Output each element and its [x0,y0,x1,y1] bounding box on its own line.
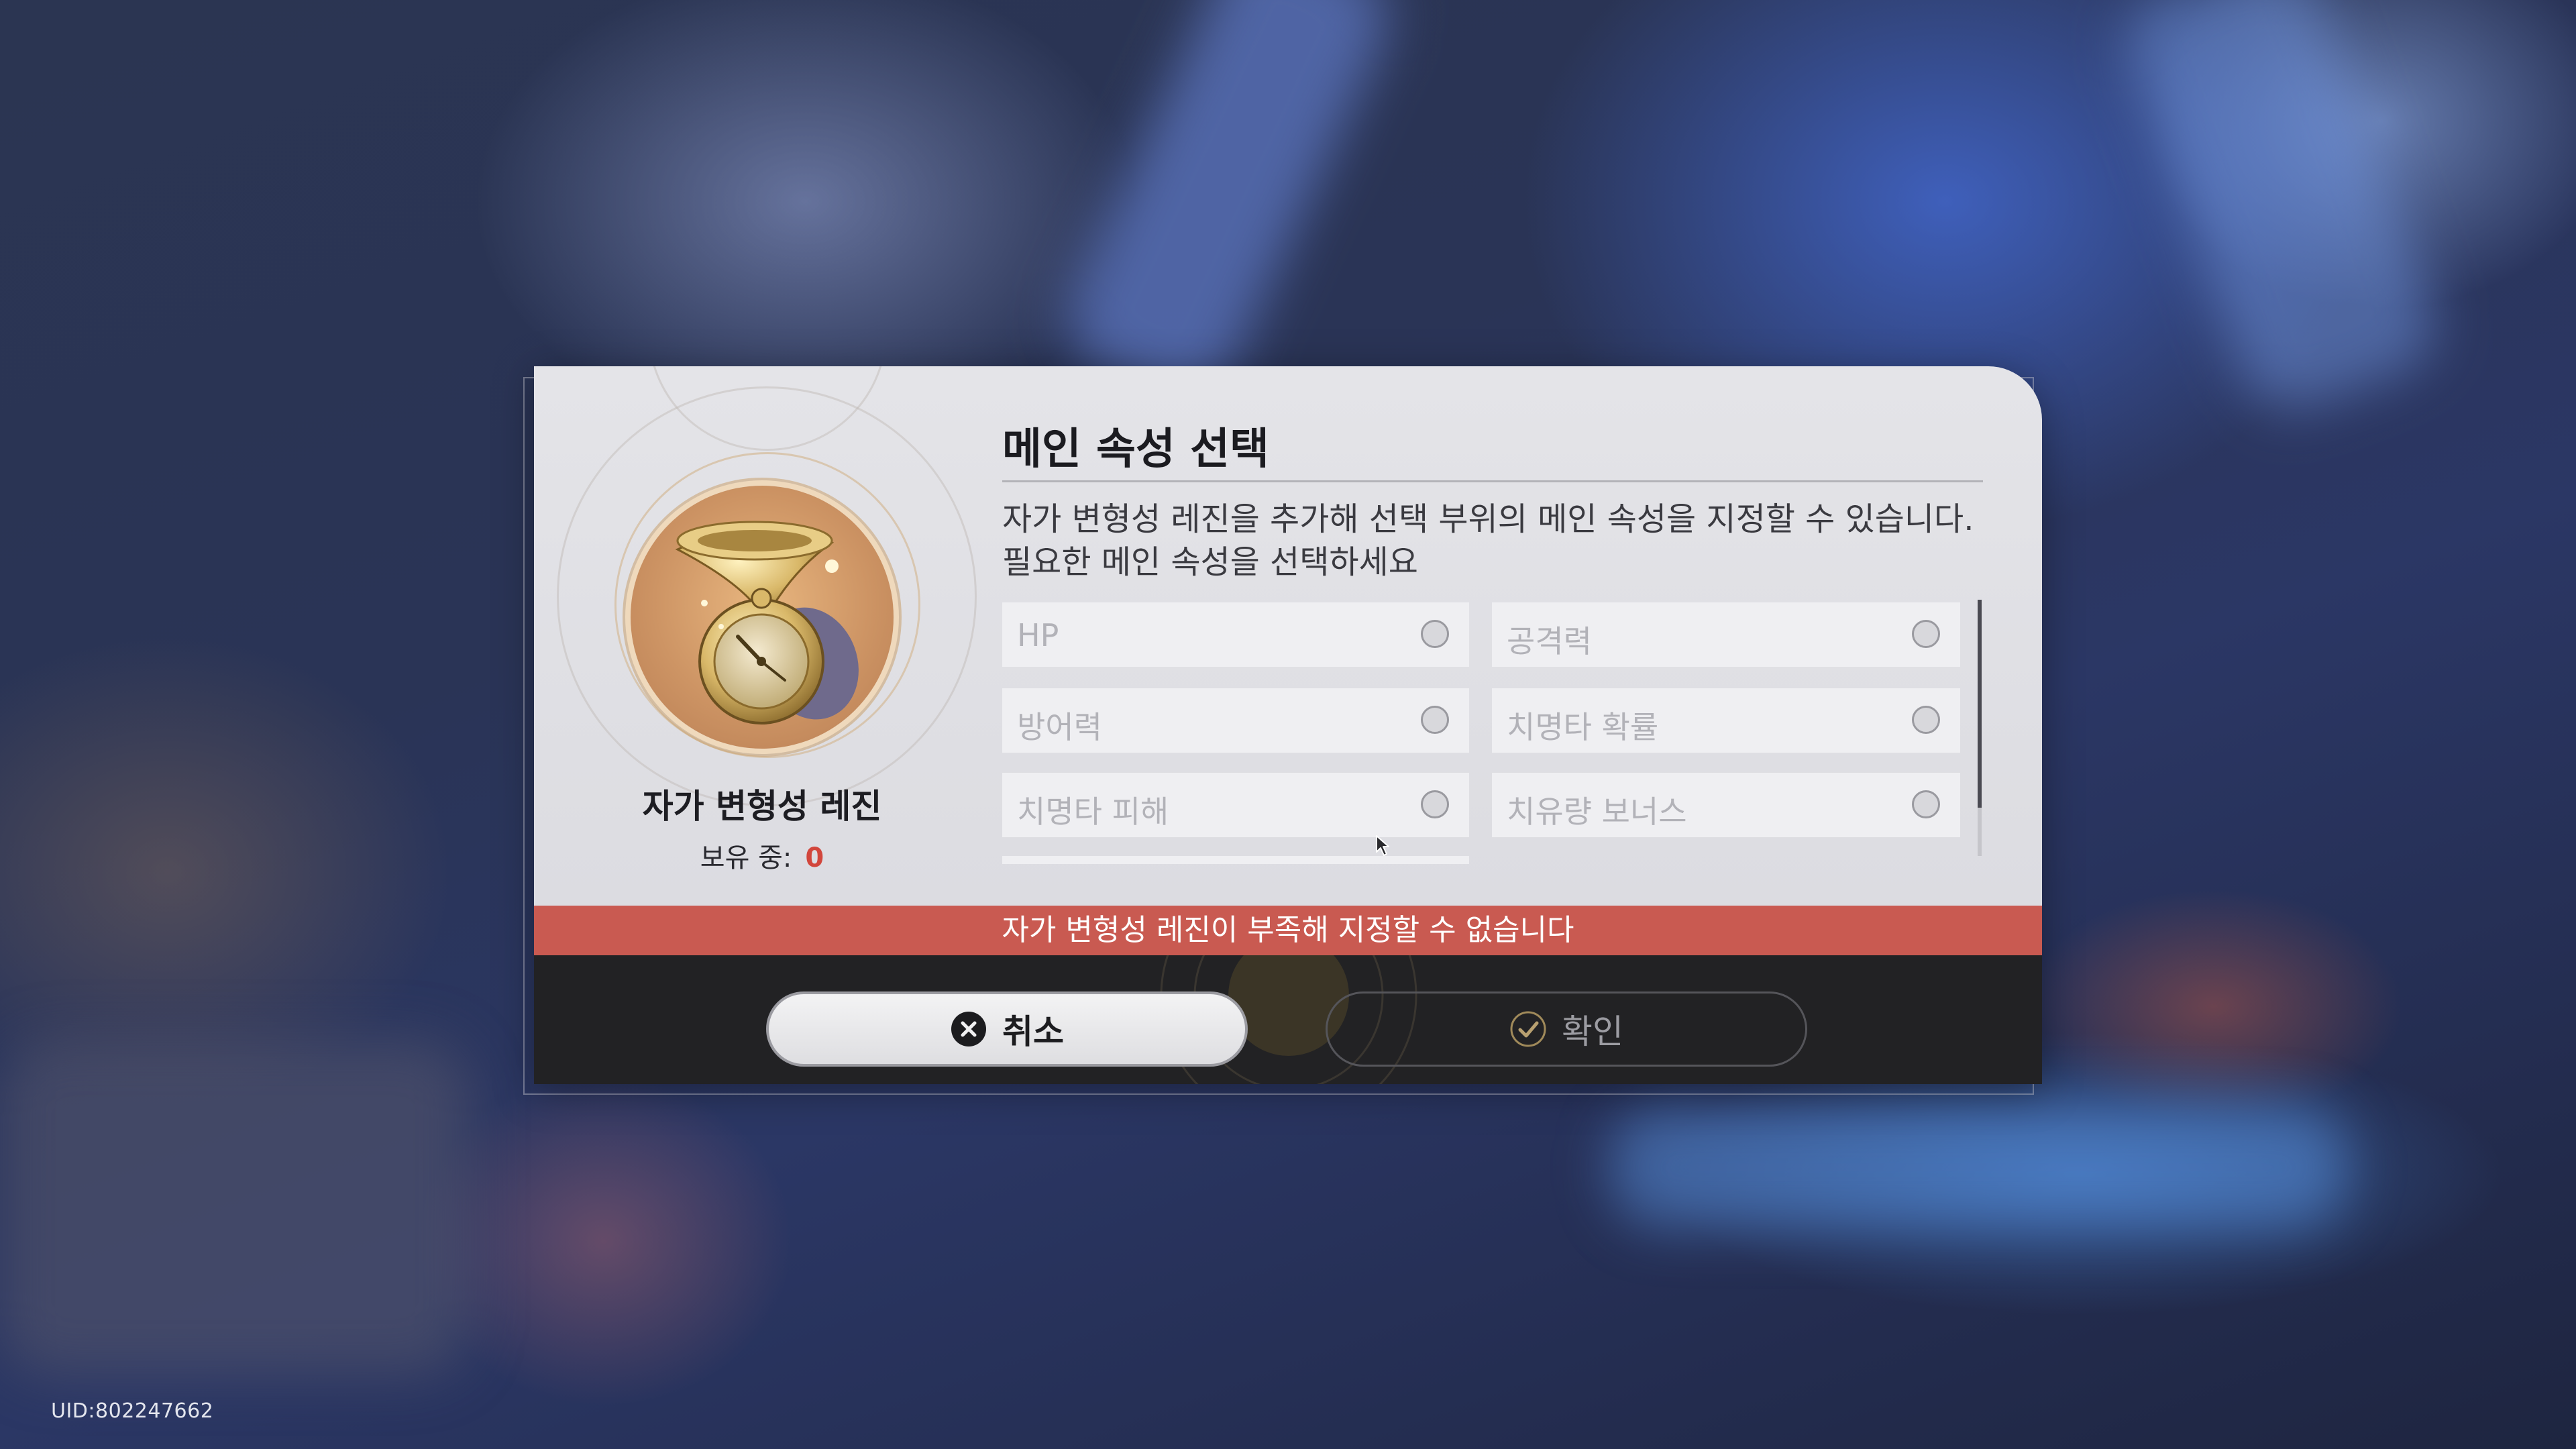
bg-light-streak [1049,0,1406,418]
option-label: 치유량 보너스 [1507,794,1687,830]
dialog-title: 메인 속성 선택 [1002,425,1269,474]
option-label: HP [1017,617,1059,653]
cancel-button[interactable]: 취소 [766,991,1248,1067]
option-hp[interactable]: HP [1002,602,1469,667]
dialog-body: 자가 변형성 레진 보유 중: 0 메인 속성 선택 자가 변형성 레진을 추가해… [534,366,2042,906]
options-scrollbar-thumb[interactable] [1978,600,1982,808]
title-divider [1002,480,1983,482]
resin-pocket-watch-icon [675,521,859,724]
radio-button-icon[interactable] [1421,706,1449,734]
option-label: 치명타 확률 [1507,709,1659,745]
dialog-description: 자가 변형성 레진을 추가해 선택 부위의 메인 속성을 지정할 수 있습니다.… [1002,498,2008,584]
radio-button-icon[interactable] [1421,620,1449,648]
option-crit-rate[interactable]: 치명타 확률 [1492,688,1960,753]
option-crit-dmg[interactable]: 치명타 피해 [1002,773,1469,837]
insufficient-resin-warning: 자가 변형성 레진이 부족해 지정할 수 없습니다 [534,906,2042,955]
radio-button-icon[interactable] [1912,706,1940,734]
option-label: 공격력 [1507,623,1592,659]
radio-button-icon[interactable] [1912,620,1940,648]
confirm-button[interactable]: 확인 [1326,991,1807,1067]
mouse-cursor-icon [1376,835,1389,856]
bg-light-streak [0,1040,470,1375]
main-stat-select-dialog: 자가 변형성 레진 보유 중: 0 메인 속성 선택 자가 변형성 레진을 추가해… [534,366,2042,1084]
option-healing-bonus[interactable]: 치유량 보너스 [1492,773,1960,837]
resin-item-portrait [631,486,894,749]
description-line: 필요한 메인 속성을 선택하세요 [1002,543,1418,581]
confirm-button-label: 확인 [1562,1012,1623,1051]
option-label: 치명타 피해 [1017,794,1169,830]
option-atk[interactable]: 공격력 [1492,602,1960,667]
owned-quantity: 보유 중: 0 [534,836,990,875]
radio-button-icon[interactable] [1912,790,1940,818]
uid-label: UID:802247662 [51,1399,214,1423]
description-line: 자가 변형성 레진을 추가해 선택 부위의 메인 속성을 지정할 수 있습니다. [1002,500,1974,538]
owned-count: 0 [805,843,824,873]
check-icon [1510,1011,1546,1047]
footer-decorative-rings [1160,955,1417,1084]
cancel-button-label: 취소 [1002,1012,1064,1051]
option-def[interactable]: 방어력 [1002,688,1469,753]
owned-label: 보유 중: [700,843,792,873]
option-next-peek [1002,856,1469,864]
dialog-footer: 취소 확인 [534,955,2042,1084]
bg-light-streak [2111,0,2451,424]
cancel-x-icon [951,1012,986,1046]
radio-button-icon[interactable] [1421,790,1449,818]
item-name: 자가 변형성 레진 [642,787,882,826]
option-label: 방어력 [1017,709,1102,745]
bg-light-streak [1610,1107,2348,1228]
